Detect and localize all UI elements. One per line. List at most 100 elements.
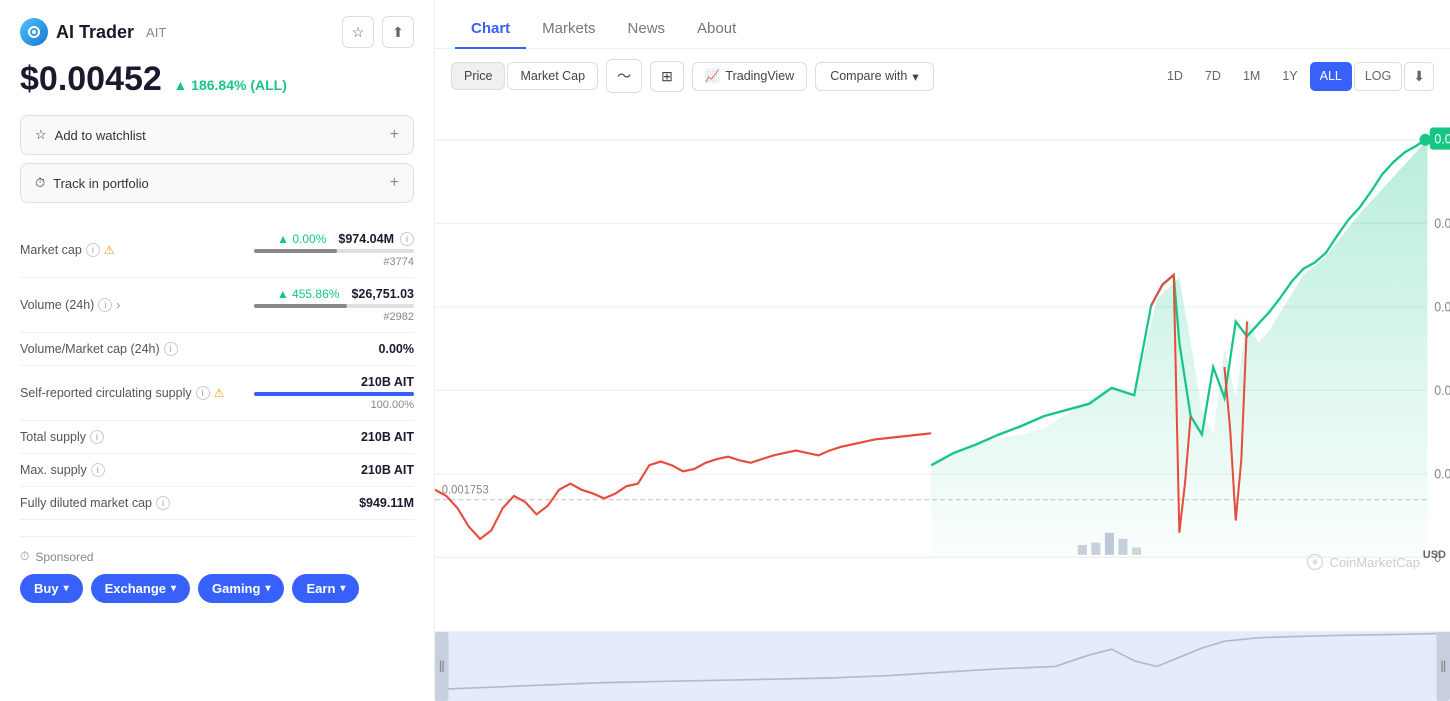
time-1d[interactable]: 1D [1157, 62, 1193, 91]
usd-label: USD [1423, 549, 1446, 561]
compare-button[interactable]: Compare with ▾ [815, 62, 933, 91]
sidebar: AI Trader AIT ☆ ⬆ $0.00452 ▲ 186.84% (AL… [0, 0, 435, 701]
watermark-text: CoinMarketCap [1330, 555, 1420, 570]
market-cap-progress [254, 249, 414, 253]
stat-total-supply: Total supply i 210B AIT [20, 421, 414, 454]
market-cap-rank: #3774 [383, 256, 414, 268]
vol-mktcap-label: Volume/Market cap (24h) [20, 342, 160, 356]
time-period-buttons: 1D 7D 1M 1Y ALL LOG ⬇ [1157, 62, 1434, 91]
gaming-button[interactable]: Gaming ▾ [198, 574, 284, 603]
log-button[interactable]: LOG [1354, 62, 1402, 91]
chart-area: Chart Markets News About Price Market Ca… [435, 0, 1450, 701]
total-supply-value: 210B AIT [361, 430, 414, 444]
circulating-pct: 100.00% [371, 399, 414, 411]
tab-about[interactable]: About [681, 10, 752, 49]
market-cap-label: Market cap [20, 243, 82, 257]
price-button[interactable]: Price [451, 62, 505, 90]
volume-info-icon[interactable]: i [98, 298, 112, 312]
volume-value: $26,751.03 [351, 287, 414, 301]
gaming-label: Gaming [212, 581, 260, 596]
coin-actions: ☆ ⬆ [342, 16, 414, 48]
fdmc-label: Fully diluted market cap [20, 496, 152, 510]
star-icon: ☆ [35, 127, 47, 143]
coin-ticker: AIT [146, 25, 166, 40]
max-supply-label: Max. supply [20, 463, 87, 477]
svg-text:0.0010: 0.0010 [1434, 466, 1450, 482]
tradingview-icon: 📈 [705, 69, 721, 84]
star-button[interactable]: ☆ [342, 16, 374, 48]
total-supply-info-icon[interactable]: i [90, 430, 104, 444]
time-1m[interactable]: 1M [1233, 62, 1270, 91]
download-button[interactable]: ⬇ [1404, 62, 1434, 91]
market-cap-warn-icon: ⚠ [104, 243, 115, 257]
stat-max-supply: Max. supply i 210B AIT [20, 454, 414, 487]
compare-label: Compare with [830, 69, 907, 83]
price-value: $0.00452 [20, 60, 162, 98]
circulating-warn-icon: ⚠ [214, 386, 225, 400]
sponsored-text: Sponsored [35, 550, 93, 564]
buy-label: Buy [34, 581, 59, 596]
circulating-info-icon[interactable]: i [196, 386, 210, 400]
tab-chart[interactable]: Chart [455, 10, 526, 49]
price-change: ▲ 186.84% (ALL) [173, 77, 286, 93]
circulating-supply-value: 210B AIT [361, 375, 414, 389]
coin-name: AI Trader [56, 22, 134, 43]
total-supply-label: Total supply [20, 430, 86, 444]
svg-text:0.001753: 0.001753 [442, 483, 489, 497]
portfolio-icon: ⏱ [35, 175, 45, 191]
time-all[interactable]: ALL [1310, 62, 1352, 91]
chart-watermark: CoinMarketCap [1306, 553, 1420, 571]
bottom-buttons: Buy ▾ Exchange ▾ Gaming ▾ Earn ▾ [20, 574, 414, 603]
time-1y[interactable]: 1Y [1272, 62, 1307, 91]
vol-mktcap-info-icon[interactable]: i [164, 342, 178, 356]
svg-text:‖: ‖ [1440, 659, 1447, 676]
earn-label: Earn [306, 581, 335, 596]
volume-label: Volume (24h) [20, 298, 94, 312]
candle-chart-icon[interactable]: ⊞ [650, 61, 684, 92]
main-chart-svg: 0.0050 0.0040 0.0030 0.0020 0.0010 0 0.0… [435, 103, 1450, 631]
watchlist-button[interactable]: ☆ Add to watchlist + [20, 115, 414, 155]
max-supply-value: 210B AIT [361, 463, 414, 477]
market-cap-button[interactable]: Market Cap [507, 62, 598, 90]
max-supply-info-icon[interactable]: i [91, 463, 105, 477]
vol-mktcap-value: 0.00% [379, 342, 414, 356]
svg-text:0.0048: 0.0048 [1434, 131, 1450, 147]
fdmc-info-icon[interactable]: i [156, 496, 170, 510]
market-cap-info2-icon[interactable]: i [400, 232, 414, 246]
price-section: $0.00452 ▲ 186.84% (ALL) [20, 60, 414, 99]
mini-chart-svg: ‖ ‖ [435, 632, 1450, 701]
exchange-chevron-icon: ▾ [171, 583, 176, 594]
stat-vol-mktcap: Volume/Market cap (24h) i 0.00% [20, 333, 414, 366]
stat-market-cap: Market cap i ⚠ ▲ 0.00% $974.04M i #3774 [20, 223, 414, 278]
market-cap-value: $974.04M [338, 232, 394, 246]
volume-chevron[interactable]: › [116, 298, 120, 312]
sponsored-section: ⏱ Sponsored Buy ▾ Exchange ▾ Gaming ▾ Ea… [20, 536, 414, 603]
stat-fdmc: Fully diluted market cap i $949.11M [20, 487, 414, 520]
exchange-button[interactable]: Exchange ▾ [91, 574, 190, 603]
tradingview-button[interactable]: 📈 TradingView [692, 62, 807, 91]
time-7d[interactable]: 7D [1195, 62, 1231, 91]
mini-chart-wrap: ‖ ‖ Apr 15 May 15 Jun 15 Jul 14 Aug 15 [435, 631, 1450, 701]
coin-header: AI Trader AIT ☆ ⬆ [20, 16, 414, 48]
tab-markets[interactable]: Markets [526, 10, 611, 49]
chart-controls: Price Market Cap 〜 ⊞ 📈 TradingView Compa… [435, 49, 1450, 103]
coin-identity: AI Trader AIT [20, 18, 166, 46]
portfolio-button[interactable]: ⏱ Track in portfolio + [20, 163, 414, 203]
stat-circulating-supply: Self-reported circulating supply i ⚠ 210… [20, 366, 414, 421]
plus-icon: + [390, 126, 399, 144]
watchlist-label: Add to watchlist [55, 128, 146, 143]
svg-text:0.0030: 0.0030 [1434, 299, 1450, 315]
line-chart-icon[interactable]: 〜 [606, 59, 642, 93]
sponsored-label: ⏱ Sponsored [20, 549, 414, 564]
earn-button[interactable]: Earn ▾ [292, 574, 359, 603]
sponsored-icon: ⏱ [20, 549, 29, 564]
market-cap-info-icon[interactable]: i [86, 243, 100, 257]
coin-logo [20, 18, 48, 46]
share-button[interactable]: ⬆ [382, 16, 414, 48]
svg-text:‖: ‖ [439, 659, 446, 676]
circulating-progress [254, 392, 414, 396]
chart-wrapper: 0.0050 0.0040 0.0030 0.0020 0.0010 0 0.0… [435, 103, 1450, 631]
market-cap-change: ▲ 0.00% [277, 232, 326, 246]
tab-news[interactable]: News [612, 10, 682, 49]
buy-button[interactable]: Buy ▾ [20, 574, 83, 603]
